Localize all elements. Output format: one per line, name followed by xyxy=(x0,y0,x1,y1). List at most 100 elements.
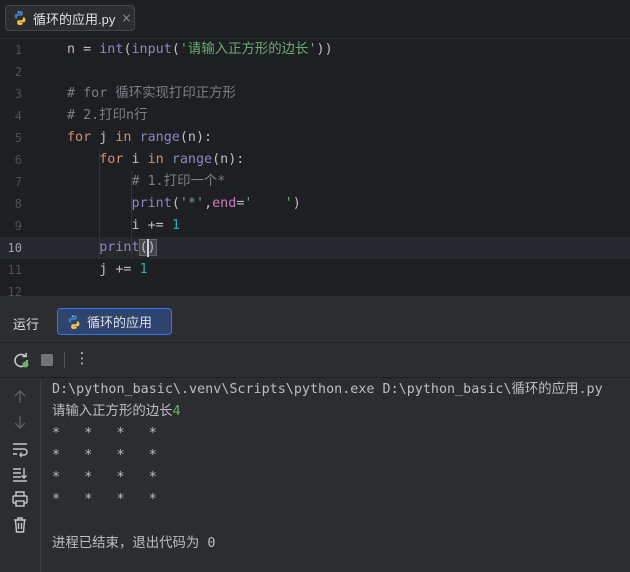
code-line[interactable]: 8 print('*',end=' ') xyxy=(0,193,630,215)
scroll-to-end-icon[interactable] xyxy=(11,465,29,483)
code-line[interactable]: 7 # 1.打印一个* xyxy=(0,171,630,193)
console-user-input: 4 xyxy=(172,404,181,419)
code-token: j += xyxy=(67,262,140,277)
code-line[interactable]: 6 for i in range(n): xyxy=(0,149,630,171)
code-token: ) xyxy=(292,196,301,211)
scroll-down-icon[interactable] xyxy=(11,413,29,431)
python-icon xyxy=(68,314,80,329)
code-line[interactable]: 1n = int(input('请输入正方形的边长')) xyxy=(0,39,630,61)
line-number: 4 xyxy=(14,109,22,123)
code-token: i xyxy=(123,152,148,167)
run-config-tab[interactable]: 循环的应用 xyxy=(57,308,172,335)
code-text: n = int(input('请输入正方形的边长')) xyxy=(67,39,333,61)
code-token: ( xyxy=(123,42,132,57)
run-config-tab-label: 循环的应用 xyxy=(87,315,153,330)
print-icon[interactable] xyxy=(11,490,29,508)
code-text: for i in range(n): xyxy=(67,149,244,171)
line-number: 8 xyxy=(14,197,22,211)
line-number: 9 xyxy=(14,219,22,233)
ide-window: 循环的应用.py × 1n = int(input('请输入正方形的边长')) 2… xyxy=(0,0,630,572)
code-token: end xyxy=(212,196,237,211)
code-line[interactable]: 9 i += 1 xyxy=(0,215,630,237)
scroll-up-icon[interactable] xyxy=(11,388,29,406)
console-side-toolbar xyxy=(0,378,41,572)
console-output-row: * * * * xyxy=(52,448,181,463)
line-number: 5 xyxy=(14,131,22,145)
code-text: print('*',end=' ') xyxy=(67,193,301,215)
toolbar-separator xyxy=(64,352,65,368)
code-text: j += 1 xyxy=(67,259,148,281)
console-output-row: * * * * xyxy=(52,492,181,507)
indent-guide xyxy=(131,171,132,259)
code-line[interactable]: 5 for j in range(n): xyxy=(0,127,630,149)
code-token: for xyxy=(67,130,92,145)
stop-icon[interactable] xyxy=(37,350,57,370)
code-line[interactable]: 11 j += 1 xyxy=(0,259,630,281)
code-token: print xyxy=(131,196,172,211)
code-token: '请输入正方形的边长' xyxy=(179,42,317,57)
code-token: # 1.打印一个* xyxy=(131,174,226,189)
code-line[interactable]: 2 xyxy=(0,61,630,83)
code-token: in xyxy=(115,130,132,145)
code-token: print xyxy=(99,240,140,255)
editor-tab-bar: 循环的应用.py × xyxy=(0,0,630,39)
code-token: i += xyxy=(67,218,172,233)
code-token: (n): xyxy=(212,152,245,167)
code-text: print() xyxy=(67,237,157,259)
run-panel-title: 运行 xyxy=(13,317,40,332)
indent-guide xyxy=(99,149,100,259)
file-tab-label: 循环的应用.py xyxy=(33,11,116,27)
code-text: i += 1 xyxy=(67,215,180,237)
code-token: j xyxy=(91,130,116,145)
code-token: ( xyxy=(171,196,180,211)
soft-wrap-icon[interactable] xyxy=(11,440,29,458)
code-text: # 2.打印n行 xyxy=(67,105,147,127)
code-token: for xyxy=(99,152,124,167)
line-number: 11 xyxy=(7,263,22,277)
python-icon xyxy=(14,11,26,25)
code-line[interactable]: 12 xyxy=(0,281,630,296)
run-panel-header: 运行 循环的应用 xyxy=(0,300,630,343)
code-text: # 1.打印一个* xyxy=(67,171,226,193)
code-token: n = xyxy=(67,42,100,57)
code-token: (n): xyxy=(179,130,213,145)
code-line[interactable]: 3 # for 循环实现打印正方形 xyxy=(0,83,630,105)
code-token: int xyxy=(99,42,124,57)
more-options-icon[interactable]: ⋮ xyxy=(72,349,92,369)
close-icon[interactable]: × xyxy=(121,11,131,25)
run-toolbar: ⋮ xyxy=(0,343,630,378)
code-token: range xyxy=(139,130,180,145)
code-token: ( xyxy=(171,42,180,57)
clear-icon[interactable] xyxy=(11,516,29,534)
code-token: 1 xyxy=(171,218,180,233)
rerun-icon[interactable] xyxy=(11,350,31,370)
code-token: '*' xyxy=(179,196,205,211)
console-output-row: * * * * xyxy=(52,426,181,441)
code-token: 1 xyxy=(139,262,148,277)
console-command-line: D:\python_basic\.venv\Scripts\python.exe… xyxy=(52,382,603,397)
code-token: # for 循环实现打印正方形 xyxy=(67,86,236,101)
code-token: , xyxy=(204,196,213,211)
line-number: 6 xyxy=(14,153,22,167)
code-line[interactable]: 10 print() xyxy=(0,237,630,259)
code-token: input xyxy=(131,42,172,57)
line-number: 7 xyxy=(14,175,22,189)
code-text: for j in range(n): xyxy=(67,127,212,149)
code-line[interactable]: 4 # 2.打印n行 xyxy=(0,105,630,127)
code-token: range xyxy=(171,152,213,167)
code-token: # 2.打印n行 xyxy=(67,108,148,123)
line-number: 3 xyxy=(14,87,22,101)
line-number: 10 xyxy=(7,241,22,255)
console-prompt: 请输入正方形的边长 xyxy=(52,404,173,419)
console-prompt-line: 请输入正方形的边长4 xyxy=(52,401,181,423)
code-editor[interactable]: 1n = int(input('请输入正方形的边长')) 2 3 # for 循环实现… xyxy=(0,39,630,296)
file-tab[interactable]: 循环的应用.py × xyxy=(5,5,135,31)
text-cursor xyxy=(147,239,149,257)
code-text: # for 循环实现打印正方形 xyxy=(67,83,236,105)
line-number: 2 xyxy=(14,65,22,79)
console-output[interactable]: D:\python_basic\.venv\Scripts\python.exe… xyxy=(41,378,630,572)
